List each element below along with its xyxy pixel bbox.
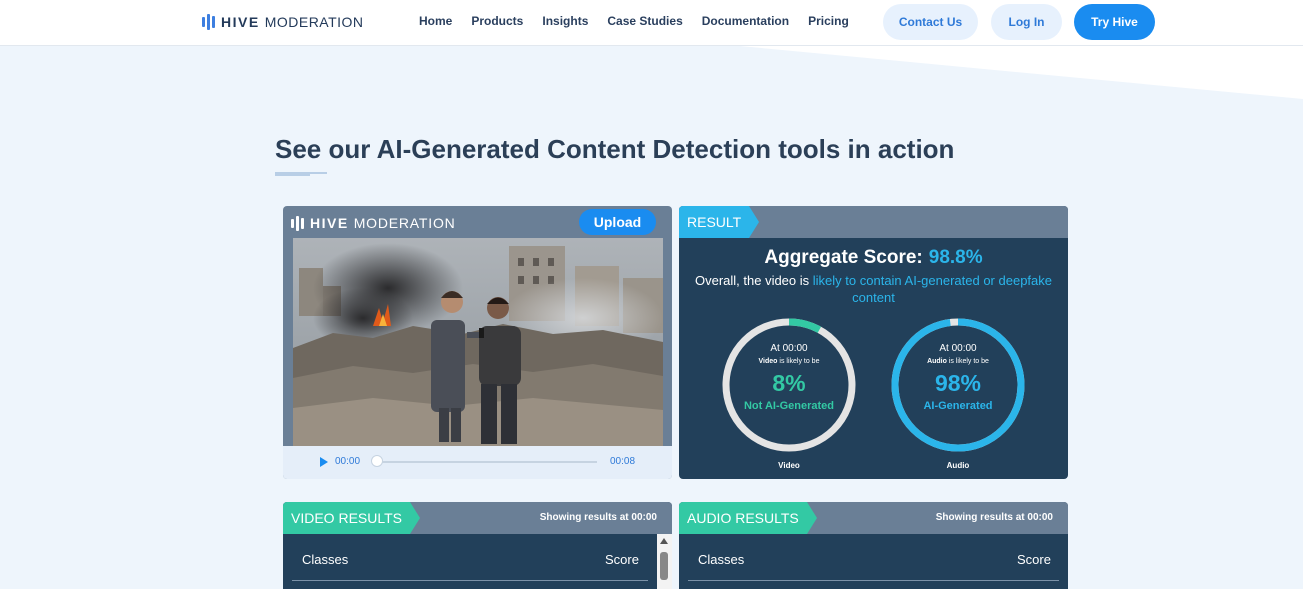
nav-home[interactable]: Home	[419, 14, 452, 28]
nav-products[interactable]: Products	[471, 14, 523, 28]
result-card: RESULT Aggregate Score: 98.8% Overall, th…	[679, 206, 1068, 479]
video-thumbnail-image	[293, 238, 663, 446]
player-logo-word-moderation: MODERATION	[353, 215, 456, 231]
seek-handle[interactable]	[371, 455, 383, 467]
hive-logo-icon	[291, 215, 304, 231]
overall-prefix: Overall, the video is	[694, 273, 810, 288]
audio-results-tag: AUDIO RESULTS	[679, 502, 817, 534]
video-score-gauge: At 00:00 Video is likely to be 8% Not AI…	[720, 316, 858, 454]
video-player-card: HIVE MODERATION Upload 00:00 00:08	[283, 206, 672, 479]
current-time: 00:00	[335, 456, 361, 467]
hive-logo-icon	[202, 14, 215, 30]
audio-gauge-time: At 00:00	[939, 343, 977, 354]
duration: 00:08	[610, 456, 636, 467]
video-gauge-name: Video	[778, 461, 800, 470]
title-underline	[275, 172, 327, 176]
video-col-score: Score	[605, 552, 639, 567]
video-results-tag: VIDEO RESULTS	[283, 502, 420, 534]
hive-moderation-logo[interactable]: HIVE MODERATION	[202, 13, 364, 31]
aggregate-value: 98.8%	[928, 247, 983, 268]
video-results-showing: Showing results at 00:00	[539, 512, 657, 523]
video-gauge-likely: Video is likely to be	[758, 358, 820, 365]
nav-documentation[interactable]: Documentation	[702, 14, 789, 28]
logo-word-moderation: MODERATION	[264, 14, 364, 30]
nav-pricing[interactable]: Pricing	[808, 14, 849, 28]
video-table-divider	[292, 580, 648, 581]
video-gauge-label: Not AI-Generated	[743, 400, 835, 412]
audio-col-classes: Classes	[698, 552, 745, 567]
audio-gauge-label: AI-Generated	[923, 400, 993, 412]
overall-highlight: likely to contain AI-generated or deepfa…	[812, 273, 1052, 305]
audio-gauge-name: Audio	[946, 461, 970, 470]
video-frame[interactable]	[293, 238, 663, 446]
scroll-up-icon[interactable]	[660, 538, 668, 544]
video-results-card: VIDEO RESULTS Showing results at 00:00 C…	[283, 502, 672, 589]
logo-word-hive: HIVE	[221, 14, 260, 30]
aggregate-label: Aggregate Score:	[764, 247, 923, 268]
nav-case-studies[interactable]: Case Studies	[607, 14, 682, 28]
video-gauge-time: At 00:00	[770, 343, 808, 354]
main-nav: Home Products Insights Case Studies Docu…	[419, 14, 868, 28]
video-controls: 00:00 00:08	[283, 446, 672, 479]
overall-summary: Overall, the video is likely to contain …	[689, 272, 1058, 306]
video-results-scrollbar[interactable]	[657, 534, 672, 589]
player-logo-word-hive: HIVE	[310, 215, 349, 231]
log-in-button[interactable]: Log In	[991, 4, 1062, 40]
result-header: RESULT	[679, 206, 1068, 238]
scroll-thumb[interactable]	[660, 552, 668, 580]
top-navigation-bar: HIVE MODERATION Home Products Insights C…	[0, 0, 1303, 46]
audio-table-divider	[688, 580, 1059, 581]
video-col-classes: Classes	[302, 552, 349, 567]
audio-gauge-likely: Audio is likely to be	[927, 358, 989, 365]
aggregate-score: Aggregate Score: 98.8%	[679, 247, 1068, 269]
audio-results-header: AUDIO RESULTS Showing results at 00:00	[679, 502, 1068, 534]
header-diagonal-decoration	[740, 46, 1303, 99]
page-title: See our AI-Generated Content Detection t…	[275, 134, 955, 164]
audio-results-showing: Showing results at 00:00	[935, 512, 1053, 523]
player-logo: HIVE MODERATION	[291, 215, 456, 231]
contact-us-button[interactable]: Contact Us	[883, 4, 978, 40]
audio-score-gauge: At 00:00 Audio is likely to be 98% AI-Ge…	[889, 316, 1027, 454]
try-hive-button[interactable]: Try Hive	[1074, 4, 1155, 40]
nav-insights[interactable]: Insights	[542, 14, 588, 28]
video-results-header: VIDEO RESULTS Showing results at 00:00	[283, 502, 672, 534]
play-icon[interactable]	[320, 457, 328, 467]
audio-col-score: Score	[1017, 552, 1051, 567]
upload-button[interactable]: Upload	[579, 209, 656, 235]
video-gauge-percent: 8%	[772, 370, 806, 396]
seek-bar[interactable]	[376, 461, 597, 463]
result-tag: RESULT	[679, 206, 760, 238]
audio-gauge-percent: 98%	[934, 370, 982, 396]
audio-results-card: AUDIO RESULTS Showing results at 00:00 C…	[679, 502, 1068, 589]
